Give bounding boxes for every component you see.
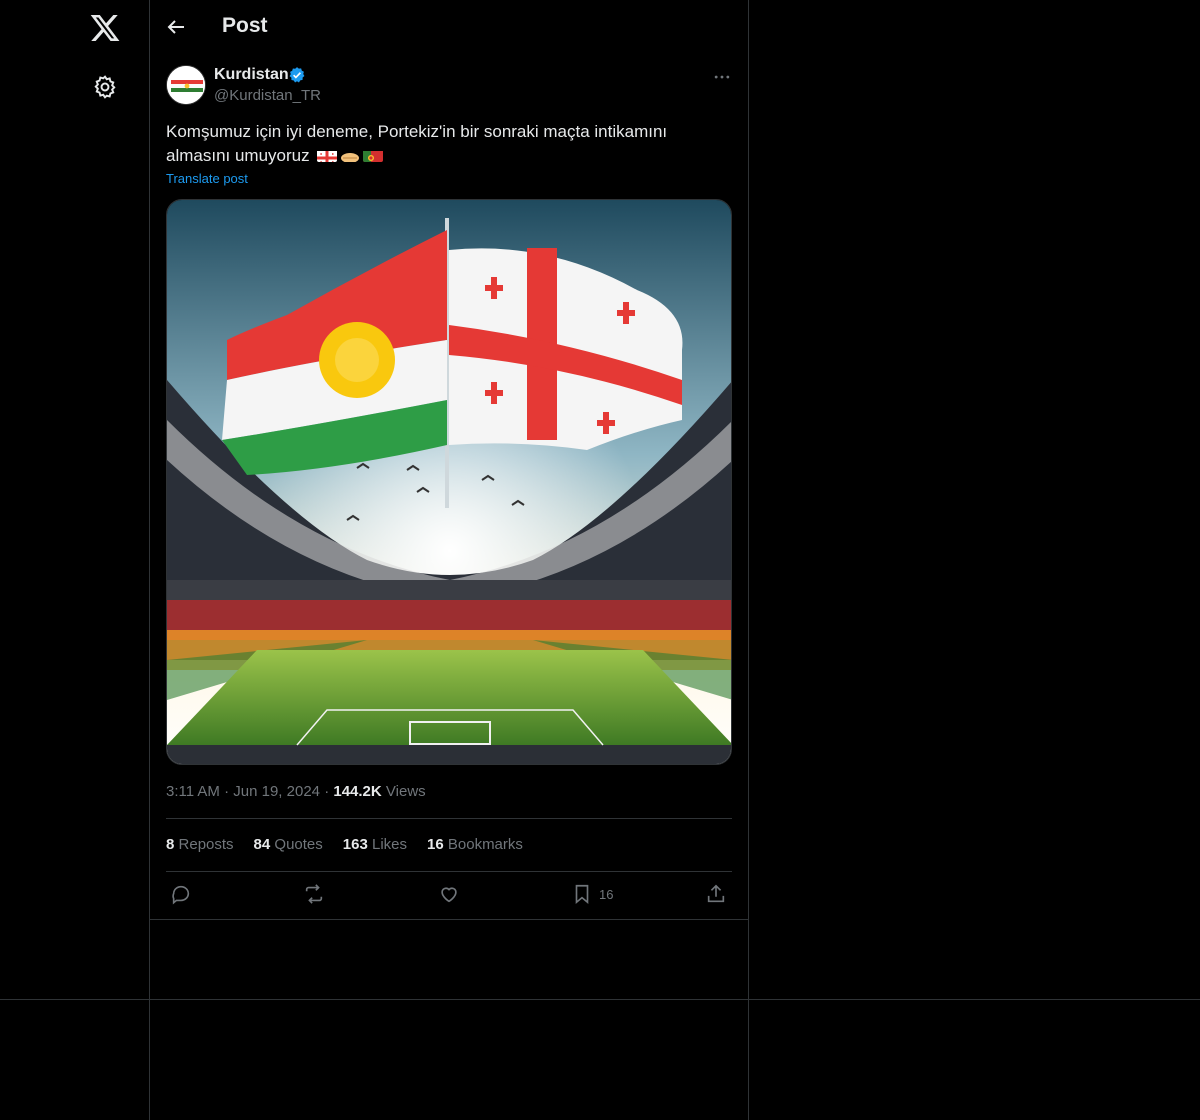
post-meta: 3:11 AM · Jun 19, 2024 · 144.2K Views — [166, 783, 426, 800]
arrow-left-icon[interactable] — [164, 15, 188, 39]
more-options-icon[interactable] — [712, 67, 732, 87]
likes-stat[interactable]: 163 Likes — [343, 836, 407, 853]
post-time[interactable]: 3:11 AM — [166, 783, 220, 800]
post-text-line1: Komşumuz için iyi deneme, Portekiz'in bi… — [166, 122, 668, 141]
bookmark-button[interactable]: 16 — [571, 882, 613, 906]
reply-button[interactable] — [170, 882, 192, 906]
repost-icon — [305, 884, 323, 904]
like-button[interactable] — [438, 882, 460, 906]
divider — [166, 818, 732, 819]
post-stats: 8 Reposts 84 Quotes 163 Likes 16 Bookmar… — [166, 836, 523, 853]
post-date[interactable]: Jun 19, 2024 — [233, 783, 320, 800]
flag-portugal-icon — [363, 148, 384, 162]
reply-icon — [172, 885, 190, 905]
quotes-stat[interactable]: 84 Quotes — [254, 836, 323, 853]
page-header: Post — [150, 0, 749, 54]
translate-post-link[interactable]: Translate post — [166, 171, 248, 186]
bookmark-icon — [575, 884, 589, 905]
post-author: Kurdistan @Kurdistan_TR — [166, 65, 733, 107]
post-actions: 16 — [166, 882, 732, 908]
post-image[interactable] — [166, 199, 732, 765]
gear-icon[interactable] — [92, 74, 118, 100]
bookmark-count: 16 — [599, 886, 614, 902]
main-column: Post Kurdistan @Kurdistan_TR Komşumuz iç… — [150, 0, 749, 1120]
avatar[interactable] — [166, 65, 206, 105]
divider — [150, 919, 749, 920]
share-button[interactable] — [705, 882, 727, 906]
repost-button[interactable] — [303, 882, 325, 906]
bookmarks-stat[interactable]: 16 Bookmarks — [427, 836, 523, 853]
post-text: Komşumuz için iyi deneme, Portekiz'in bi… — [166, 120, 726, 168]
handshake-icon — [340, 148, 360, 162]
views-count: 144.2K — [333, 783, 382, 800]
post-text-line2: almasını umuyoruz — [166, 146, 310, 165]
display-name[interactable]: Kurdistan — [214, 66, 289, 84]
heart-icon — [441, 887, 457, 903]
left-nav — [0, 0, 150, 1120]
divider — [166, 871, 732, 872]
views-label: Views — [385, 783, 426, 800]
reposts-stat[interactable]: 8 Reposts — [166, 836, 234, 853]
verified-badge-icon — [289, 67, 305, 83]
page-title: Post — [222, 14, 268, 37]
x-logo-icon[interactable] — [89, 12, 121, 44]
share-icon — [707, 884, 725, 903]
flag-georgia-icon — [317, 148, 338, 162]
user-handle[interactable]: @Kurdistan_TR — [214, 87, 321, 104]
